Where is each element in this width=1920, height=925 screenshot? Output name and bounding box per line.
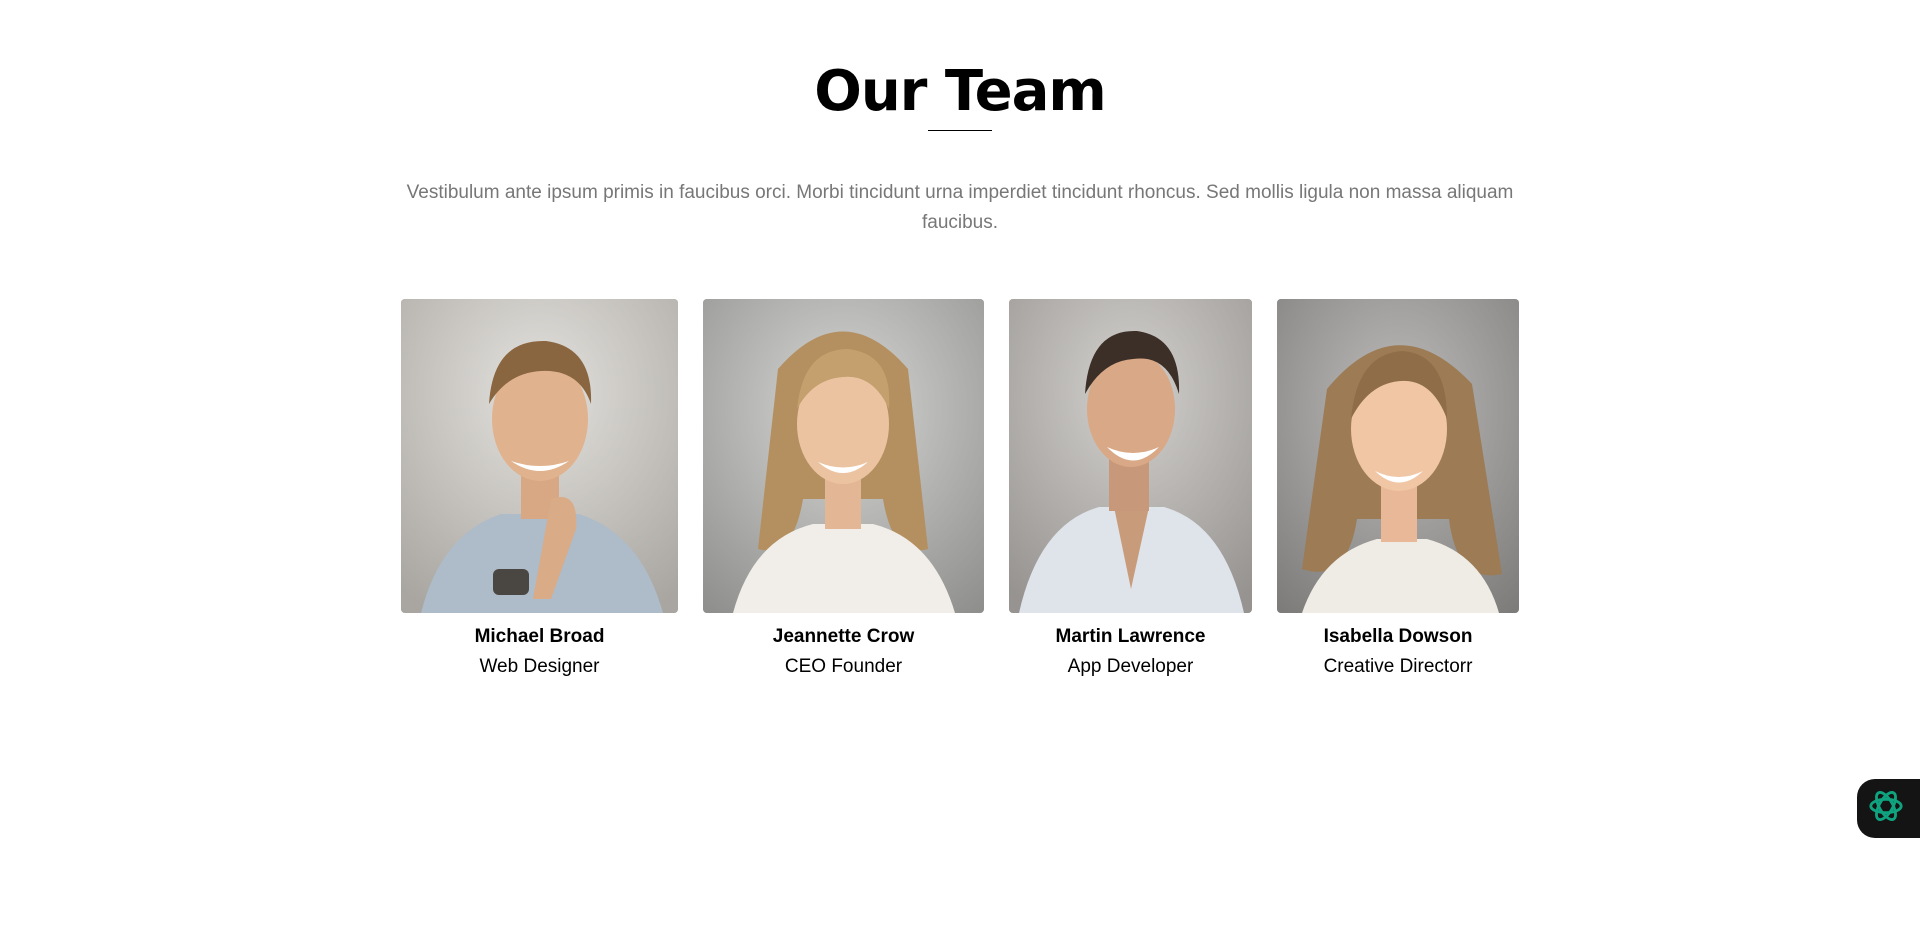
title-underline <box>928 130 992 131</box>
assistant-launcher-button[interactable] <box>1857 779 1920 838</box>
member-photo <box>703 299 984 613</box>
member-role: Creative Directorr <box>1323 656 1473 677</box>
section-intro: Vestibulum ante ipsum primis in faucibus… <box>406 182 1514 233</box>
team-card: Martin Lawrence App Developer <box>1009 299 1252 679</box>
member-photo <box>1009 299 1252 613</box>
member-role: CEO Founder <box>784 656 903 677</box>
page-title: Our Team <box>814 59 1106 124</box>
member-photo <box>1277 299 1519 613</box>
team-card: Jeannette Crow CEO Founder <box>703 299 984 679</box>
openai-knot-icon <box>1867 787 1905 830</box>
team-grid: Michael Broad Web Designer Jeannette Cro… <box>0 299 1920 689</box>
member-name: Isabella Dowson <box>1323 626 1473 647</box>
member-photo <box>401 299 678 613</box>
member-name: Martin Lawrence <box>1055 626 1206 647</box>
member-role: Web Designer <box>479 656 600 677</box>
member-role: App Developer <box>1067 656 1194 677</box>
member-name: Michael Broad <box>474 626 605 647</box>
member-name: Jeannette Crow <box>772 626 915 647</box>
team-card: Michael Broad Web Designer <box>401 299 678 679</box>
team-card: Isabella Dowson Creative Directorr <box>1277 299 1519 679</box>
